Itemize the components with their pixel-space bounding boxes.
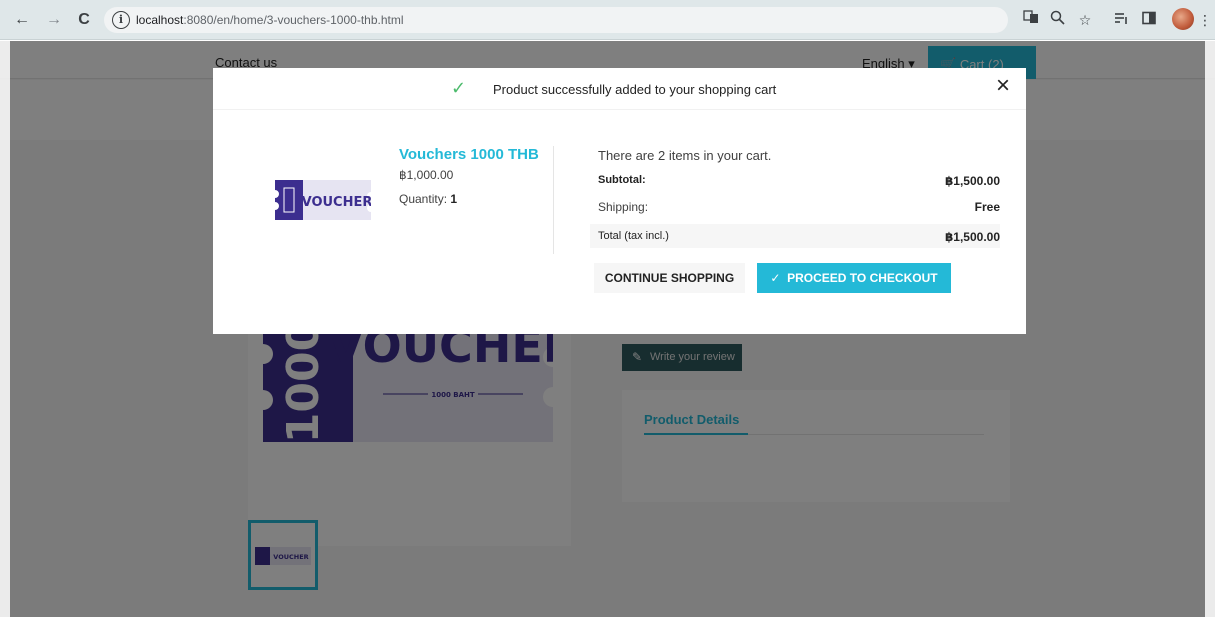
modal-product-image: VOUCHER xyxy=(275,180,371,220)
info-icon[interactable]: i xyxy=(112,11,130,29)
modal-header: ✓ Product successfully added to your sho… xyxy=(213,68,1026,110)
modal-product-image-text: VOUCHER xyxy=(302,195,371,210)
side-panel-icon[interactable] xyxy=(1138,9,1160,31)
checkout-check-icon: ✓ xyxy=(770,271,781,285)
close-icon[interactable]: × xyxy=(996,74,1010,98)
shipping-row: Shipping: Free xyxy=(590,194,1000,218)
forward-arrow-icon[interactable]: → xyxy=(42,8,66,32)
reload-icon[interactable]: C xyxy=(72,8,96,32)
subtotal-label: Subtotal: xyxy=(598,174,646,186)
product-name: Vouchers 1000 THB xyxy=(399,146,539,163)
backdrop-edge-right xyxy=(1205,41,1215,617)
address-bar[interactable]: i localhost:8080/en/home/3-vouchers-1000… xyxy=(104,7,1008,33)
quantity-value: 1 xyxy=(450,192,458,206)
checkout-label: PROCEED TO CHECKOUT xyxy=(787,271,938,285)
continue-shopping-button[interactable]: CONTINUE SHOPPING xyxy=(594,263,745,293)
checkmark-icon: ✓ xyxy=(451,78,467,98)
subtotal-value: ฿1,500.00 xyxy=(944,174,1000,188)
total-label: Total (tax incl.) xyxy=(598,230,669,242)
product-price: ฿1,000.00 xyxy=(399,168,454,182)
backdrop-edge-left xyxy=(0,41,10,617)
total-value: ฿1,500.00 xyxy=(944,230,1000,244)
bookmark-star-icon[interactable]: ☆ xyxy=(1074,9,1096,31)
add-to-cart-modal: ✓ Product successfully added to your sho… xyxy=(213,68,1026,334)
modal-title: Product successfully added to your shopp… xyxy=(493,82,777,97)
reading-list-icon[interactable] xyxy=(1110,9,1132,31)
cart-items-count: There are 2 items in your cart. xyxy=(598,148,772,163)
profile-avatar[interactable] xyxy=(1172,8,1194,30)
more-menu-icon[interactable]: ⋮ xyxy=(1198,9,1212,31)
translate-icon[interactable] xyxy=(1020,9,1042,31)
subtotal-row: Subtotal: ฿1,500.00 xyxy=(590,168,1000,192)
browser-toolbar: ← → C i localhost:8080/en/home/3-voucher… xyxy=(0,0,1215,40)
shipping-value: Free xyxy=(974,200,1000,214)
shipping-label: Shipping: xyxy=(598,200,649,214)
total-row: Total (tax incl.) ฿1,500.00 xyxy=(590,224,1000,248)
proceed-to-checkout-button[interactable]: ✓ PROCEED TO CHECKOUT xyxy=(757,263,951,293)
back-arrow-icon[interactable]: ← xyxy=(10,8,34,32)
product-quantity: Quantity: 1 xyxy=(399,192,457,206)
zoom-icon[interactable] xyxy=(1046,9,1068,31)
modal-divider xyxy=(553,146,554,254)
url-text[interactable]: localhost:8080/en/home/3-vouchers-1000-t… xyxy=(136,13,404,27)
quantity-label: Quantity: xyxy=(399,192,448,206)
